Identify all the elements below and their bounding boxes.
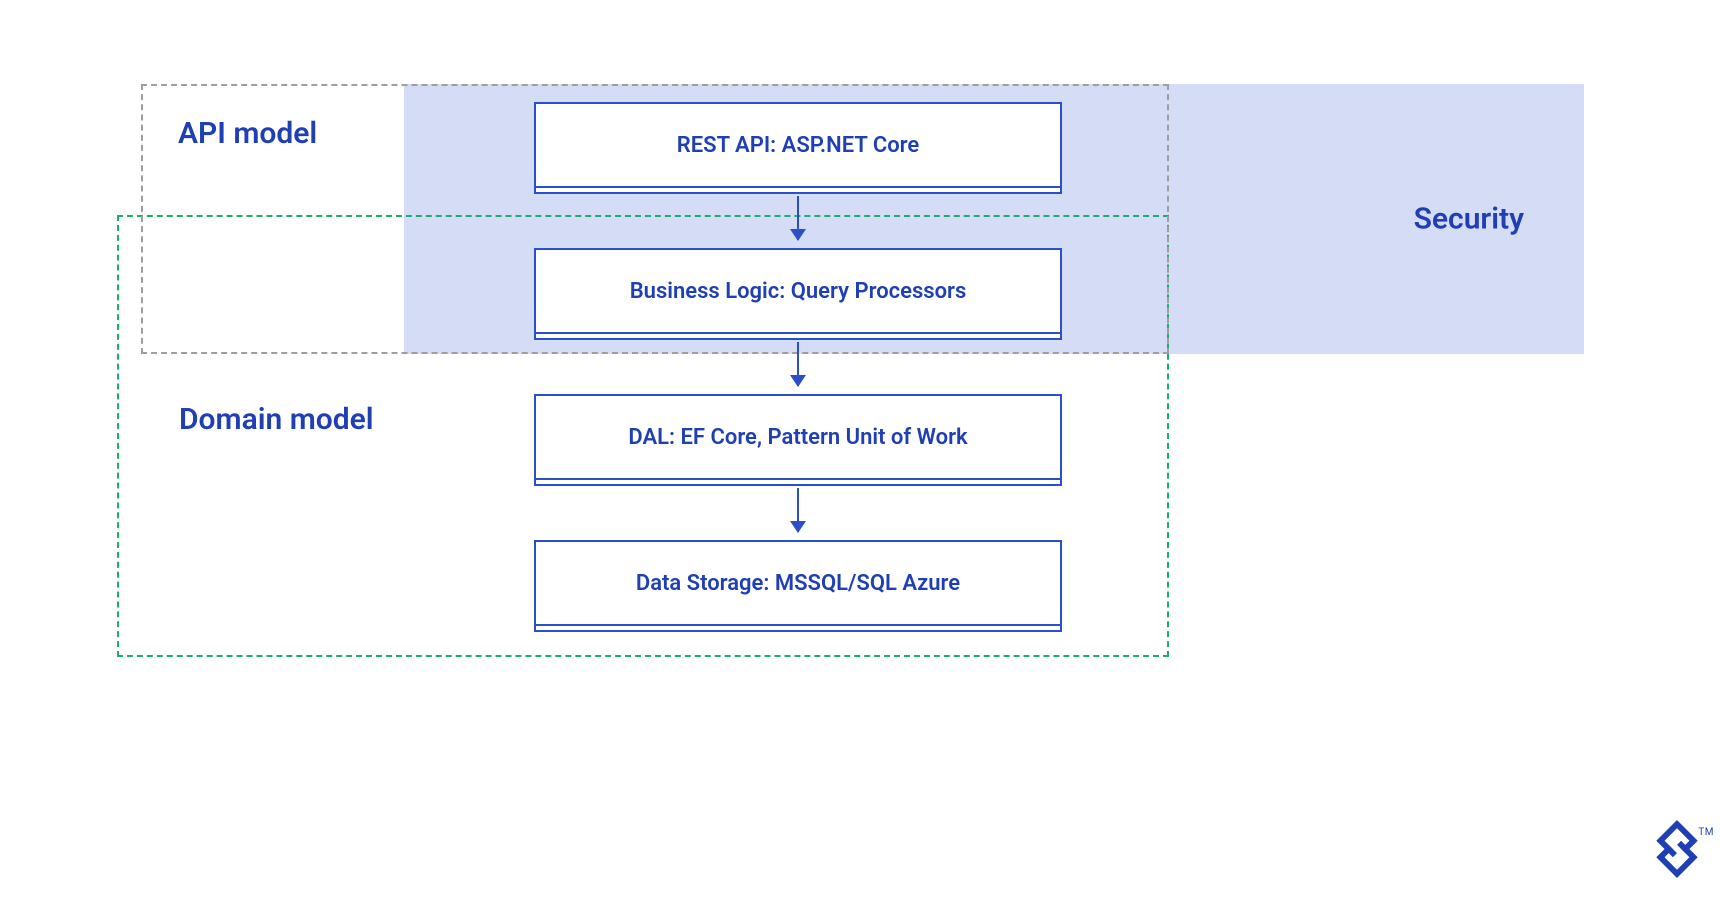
- domain-model-label: Domain model: [179, 402, 374, 437]
- layer-label: Data Storage: MSSQL/SQL Azure: [636, 571, 960, 596]
- architecture-diagram: Security Domain model API model REST API…: [0, 0, 1720, 900]
- layer-label: DAL: EF Core, Pattern Unit of Work: [628, 425, 967, 450]
- api-model-label: API model: [178, 116, 317, 151]
- layer-rest-api: REST API: ASP.NET Core: [534, 102, 1062, 188]
- layer-business-logic: Business Logic: Query Processors: [534, 248, 1062, 334]
- arrow-dal-to-storage: [797, 488, 799, 532]
- layer-label: REST API: ASP.NET Core: [677, 133, 919, 158]
- trademark-text: TM: [1698, 827, 1714, 838]
- arrow-rest-to-business: [797, 196, 799, 240]
- arrow-business-to-dal: [797, 342, 799, 386]
- layer-dal: DAL: EF Core, Pattern Unit of Work: [534, 394, 1062, 480]
- layer-label: Business Logic: Query Processors: [630, 279, 967, 304]
- security-label: Security: [1414, 202, 1524, 237]
- layer-data-storage: Data Storage: MSSQL/SQL Azure: [534, 540, 1062, 626]
- toptal-logo-icon: [1656, 820, 1698, 878]
